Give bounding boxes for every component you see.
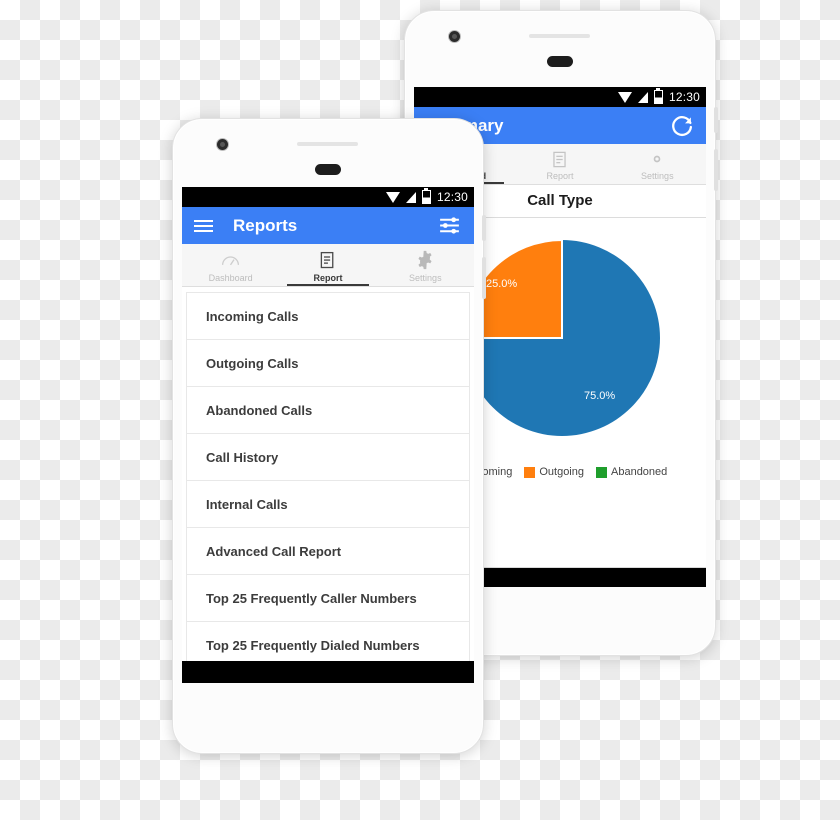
legend-item-outgoing: Outgoing xyxy=(524,466,584,478)
proximity-sensor xyxy=(547,56,573,67)
status-clock: 12:30 xyxy=(436,190,468,204)
list-item[interactable]: Outgoing Calls xyxy=(187,340,469,387)
tab-label-settings: Settings xyxy=(409,273,442,283)
front-camera-icon xyxy=(217,139,228,150)
battery-icon xyxy=(653,88,663,104)
power-button[interactable] xyxy=(714,107,718,133)
list-item-label: Incoming Calls xyxy=(206,308,299,324)
list-item-label: Abandoned Calls xyxy=(206,402,313,418)
volume-button[interactable] xyxy=(714,149,718,191)
tab-label-report: Report xyxy=(546,170,574,181)
tab-report[interactable]: Report xyxy=(279,244,376,286)
front-navigation-bar xyxy=(182,661,474,683)
legend-label-outgoing: Outgoing xyxy=(539,466,584,478)
hamburger-icon[interactable] xyxy=(194,215,213,237)
front-phone-device: 12:30 Reports Dashboard Report Settings … xyxy=(172,118,486,754)
earpiece-grille xyxy=(529,34,590,38)
filter-sliders-icon[interactable] xyxy=(437,213,462,238)
page-title: Reports xyxy=(233,215,298,235)
front-camera-icon xyxy=(449,31,460,42)
wifi-icon xyxy=(385,191,400,203)
list-item[interactable]: Top 25 Frequently Caller Numbers xyxy=(187,575,469,622)
tab-report[interactable]: Report xyxy=(511,144,608,184)
legend-swatch-outgoing xyxy=(524,466,536,478)
tab-label-dashboard: Dashboard xyxy=(208,272,253,283)
wifi-icon xyxy=(617,91,632,103)
legend-item-abandoned: Abandoned xyxy=(596,466,667,478)
pie-label-outgoing: 25.0% xyxy=(486,278,518,290)
back-status-bar: 12:30 xyxy=(414,87,706,107)
front-status-bar: 12:30 xyxy=(182,187,474,207)
list-item-label: Advanced Call Report xyxy=(206,543,342,559)
legend-swatch-abandoned xyxy=(596,466,607,478)
list-item[interactable]: Abandoned Calls xyxy=(187,387,469,434)
battery-icon xyxy=(421,188,431,204)
earpiece-grille xyxy=(297,142,358,146)
list-item-label: Top 25 Frequently Caller Numbers xyxy=(206,590,417,606)
screenshot-canvas: 12:30 Summary Dashboard xyxy=(0,0,840,820)
status-clock: 12:30 xyxy=(668,90,700,104)
list-item-label: Top 25 Frequently Dialed Numbers xyxy=(206,637,420,653)
front-phone-screen: 12:30 Reports Dashboard Report Settings … xyxy=(182,187,474,683)
refresh-icon[interactable] xyxy=(669,113,694,138)
tab-dashboard[interactable]: Dashboard xyxy=(182,244,279,286)
list-item[interactable]: Incoming Calls xyxy=(187,293,469,340)
tab-label-settings: Settings xyxy=(641,171,674,181)
power-button[interactable] xyxy=(482,215,486,241)
signal-icon xyxy=(637,91,648,103)
legend-label-abandoned: Abandoned xyxy=(611,466,668,478)
tab-settings[interactable]: Settings xyxy=(377,244,474,286)
front-app-bar: Reports xyxy=(182,207,474,244)
list-item-label: Call History xyxy=(206,449,279,465)
list-item[interactable]: Advanced Call Report xyxy=(187,528,469,575)
front-tab-bar: Dashboard Report Settings xyxy=(182,244,474,287)
proximity-sensor xyxy=(315,164,341,175)
tab-settings[interactable]: Settings xyxy=(609,144,706,184)
report-list: Incoming Calls Outgoing Calls Abandoned Ca… xyxy=(186,292,470,669)
list-item-label: Internal Calls xyxy=(206,496,288,512)
tab-label-report: Report xyxy=(313,272,343,283)
pie-label-incoming: 75.0% xyxy=(584,390,616,402)
list-item-label: Outgoing Calls xyxy=(206,355,299,371)
signal-icon xyxy=(405,191,416,203)
list-item[interactable]: Call History xyxy=(187,434,469,481)
list-item[interactable]: Internal Calls xyxy=(187,481,469,528)
volume-button[interactable] xyxy=(482,257,486,299)
